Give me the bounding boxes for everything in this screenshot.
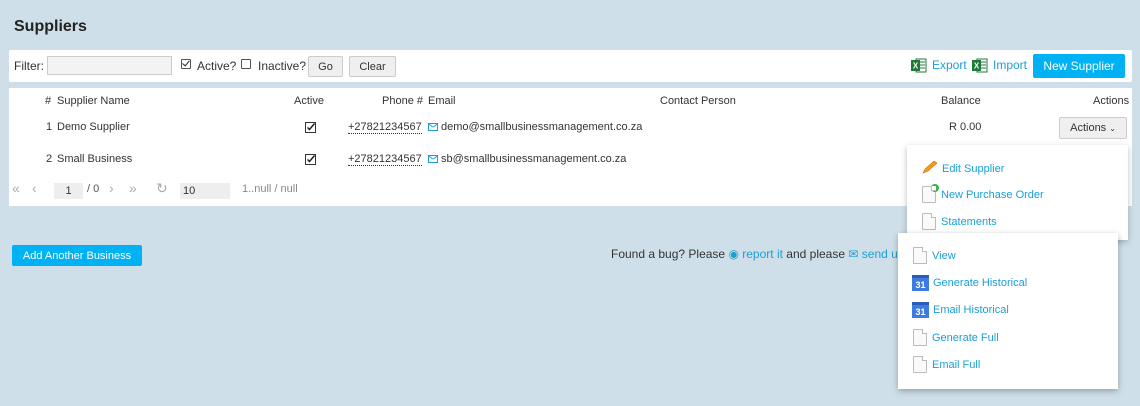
actions-dropdown-button[interactable]: Actions ⌄ [1059,117,1127,139]
document-icon [913,356,927,373]
last-page-icon[interactable]: » [129,181,137,195]
next-page-icon[interactable]: › [109,181,114,195]
export-label: Export [932,58,967,72]
bug-icon: ◉ [728,247,739,261]
excel-icon: X [972,58,988,73]
phone-link[interactable]: +27821234567 [348,121,422,134]
inactive-checkbox[interactable] [241,59,251,69]
active-checkbox[interactable] [181,59,191,69]
header-actions: Actions [1093,95,1130,107]
calendar-icon: 31 [912,275,929,291]
balance-value: R 0.00 [949,121,982,133]
active-checkbox-label: Active? [197,59,237,73]
excel-icon: X [911,58,927,73]
go-button[interactable]: Go [308,56,343,77]
refresh-icon[interactable]: ↻ [156,181,168,195]
header-num: # [45,95,52,107]
import-link[interactable]: X Import [972,57,1027,73]
add-another-business-button[interactable]: Add Another Business [12,245,142,266]
phone-link[interactable]: +27821234567 [348,153,422,166]
document-icon [913,247,927,264]
inactive-checkbox-label: Inactive? [258,59,307,73]
row-num: 2 [46,153,53,165]
email-link[interactable]: demo@smallbusinessmanagement.co.za [428,121,642,133]
prev-page-icon[interactable]: ‹ [32,181,37,195]
page-number-input[interactable] [54,183,83,199]
document-icon [913,329,927,346]
pencil-icon [922,160,938,177]
header-phone[interactable]: Phone # [382,95,423,107]
menu-new-purchase-order[interactable]: New Purchase Order [922,184,1044,203]
envelope-icon: ✉ [848,247,859,261]
export-link[interactable]: X Export [911,57,967,73]
filter-label: Filter: [14,59,44,73]
first-page-icon[interactable]: « [12,181,20,195]
svg-text:X: X [913,61,919,70]
envelope-icon [428,155,438,163]
header-supplier-name[interactable]: Supplier Name [57,95,130,107]
clear-button[interactable]: Clear [349,56,396,77]
envelope-icon [428,123,438,131]
menu-email-historical[interactable]: 31 Email Historical [912,302,1009,318]
supplier-name[interactable]: Small Business [57,153,132,165]
active-check-icon [305,154,316,168]
new-supplier-button[interactable]: New Supplier [1033,54,1125,78]
calendar-icon: 31 [912,302,929,318]
header-active[interactable]: Active [294,95,324,107]
menu-statements[interactable]: Statements [922,213,997,230]
header-contact-person[interactable]: Contact Person [660,95,736,107]
filter-input[interactable] [47,56,172,75]
new-document-icon [922,184,939,203]
send-us-link[interactable]: ✉ send us [848,247,903,261]
page-range: 1..null / null [242,183,298,195]
svg-text:X: X [974,61,980,70]
email-link[interactable]: sb@smallbusinessmanagement.co.za [428,153,626,165]
chevron-down-icon: ⌄ [1109,123,1116,133]
page-title: Suppliers [14,18,87,35]
menu-view-statement[interactable]: View [913,247,956,264]
active-check-icon [305,122,316,136]
statements-submenu: View 31 Generate Historical 31 Email His… [898,233,1118,389]
header-balance[interactable]: Balance [941,95,981,107]
menu-edit-supplier[interactable]: Edit Supplier [922,160,1004,177]
header-email[interactable]: Email [428,95,456,107]
report-it-link[interactable]: ◉ report it [728,247,783,261]
footer-bug-notice: Found a bug? Please ◉ report it and plea… [611,247,904,261]
actions-menu: Edit Supplier New Purchase Order Stateme… [907,145,1128,240]
page-count: / 0 [87,183,100,195]
row-num: 1 [46,121,53,133]
menu-generate-full[interactable]: Generate Full [913,329,999,346]
filter-bar: Filter: Active? Inactive? Go Clear X Exp… [9,50,1132,82]
import-label: Import [993,58,1028,72]
supplier-name[interactable]: Demo Supplier [57,121,130,133]
menu-email-full[interactable]: Email Full [913,356,980,373]
document-icon [922,213,936,230]
page-size-input[interactable] [180,183,230,199]
menu-generate-historical[interactable]: 31 Generate Historical [912,275,1027,291]
